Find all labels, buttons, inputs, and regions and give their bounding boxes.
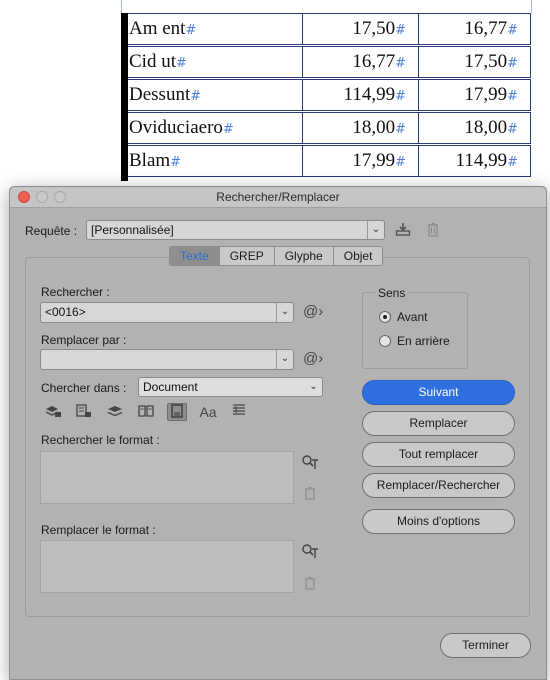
find-label: Rechercher : (41, 285, 110, 299)
tab-objet[interactable]: Objet (333, 246, 384, 266)
search-in-value: Document (143, 380, 198, 394)
search-in-select[interactable]: Document ⌄ (138, 377, 323, 397)
include-master-pages-icon[interactable] (136, 403, 156, 421)
direction-title: Sens (376, 286, 408, 300)
paragraph-mark: # (190, 89, 202, 104)
tab-texte[interactable]: Texte (169, 246, 220, 266)
next-button[interactable]: Suivant (362, 380, 515, 405)
find-format-label: Rechercher le format : (41, 433, 160, 447)
table-cell: 18,00# (418, 112, 531, 144)
fewer-options-button[interactable]: Moins d'options (362, 509, 515, 534)
table-row: Blam# 17,99# 114,99# (121, 145, 531, 177)
direction-backward-label[interactable]: En arrière (397, 334, 450, 348)
paragraph-mark: # (222, 122, 234, 137)
table-row: Am ent# 17,50# 16,77# (121, 13, 531, 45)
paragraph-mark: # (395, 89, 406, 104)
dialog-titlebar[interactable]: Rechercher/Remplacer (10, 187, 546, 208)
query-label: Requête : (25, 224, 78, 238)
replace-format-box[interactable] (40, 540, 294, 593)
table-cell: 17,50# (302, 13, 419, 45)
find-input-value: <0016> (45, 305, 86, 319)
paragraph-mark: # (175, 56, 187, 71)
paragraph-mark: # (507, 155, 518, 170)
paragraph-mark: # (395, 23, 406, 38)
case-sensitive-icon[interactable]: Aa (198, 403, 218, 421)
paragraph-mark: # (507, 56, 518, 71)
direction-group (362, 292, 468, 369)
table-cell: Oviduciaero# (121, 112, 303, 144)
table-cell: 17,50# (418, 46, 531, 78)
special-characters-find-icon[interactable]: @› (303, 303, 323, 320)
specify-find-format-icon[interactable] (300, 454, 320, 474)
search-in-label: Chercher dans : (41, 381, 127, 395)
paragraph-mark: # (170, 155, 182, 170)
table-cell: 17,99# (418, 79, 531, 111)
search-mode-tabs: Texte GREP Glyphe Objet (169, 246, 384, 266)
table-cell: Cid ut# (121, 46, 303, 78)
done-button[interactable]: Terminer (440, 633, 531, 658)
specify-replace-format-icon[interactable] (300, 543, 320, 563)
dialog-title: Rechercher/Remplacer (216, 190, 340, 204)
table-cell: Dessunt# (121, 79, 303, 111)
close-window-button[interactable] (18, 191, 30, 203)
save-query-icon[interactable] (394, 222, 412, 240)
minimize-window-button[interactable] (36, 191, 48, 203)
table-cell: 16,77# (418, 13, 531, 45)
table-cell: Am ent# (121, 13, 303, 45)
chevron-down-icon: ⌄ (276, 303, 293, 322)
clear-replace-format-icon[interactable] (302, 576, 318, 594)
tab-glyphe[interactable]: Glyphe (274, 246, 334, 266)
table-cell: 17,99# (302, 145, 419, 177)
maximize-window-button[interactable] (54, 191, 66, 203)
find-input[interactable]: <0016> ⌄ (40, 302, 294, 323)
direction-forward-label[interactable]: Avant (397, 310, 427, 324)
query-select[interactable]: [Personnalisée] ⌄ (86, 220, 385, 240)
table-cell: 18,00# (302, 112, 419, 144)
chevron-down-icon: ⌄ (276, 350, 293, 369)
query-select-value: [Personnalisée] (91, 223, 174, 237)
whole-word-icon[interactable] (229, 403, 249, 421)
table-row: Cid ut# 16,77# 17,50# (121, 46, 531, 78)
replace-format-label: Remplacer le format : (41, 523, 156, 537)
paragraph-mark: # (507, 89, 518, 104)
frame-guide (121, 0, 122, 13)
replace-label: Remplacer par : (41, 333, 127, 347)
paragraph-mark: # (395, 155, 406, 170)
special-characters-replace-icon[interactable]: @› (303, 350, 323, 367)
paragraph-mark: # (185, 23, 197, 38)
delete-query-icon[interactable] (425, 222, 441, 241)
paragraph-mark: # (507, 23, 518, 38)
paragraph-mark: # (395, 56, 406, 71)
find-format-box[interactable] (40, 451, 294, 504)
direction-backward-radio[interactable] (379, 335, 391, 347)
table-cell: 114,99# (418, 145, 531, 177)
replace-find-button[interactable]: Remplacer/Rechercher (362, 473, 515, 498)
chevron-down-icon: ⌄ (309, 381, 318, 392)
replace-all-button[interactable]: Tout remplacer (362, 442, 515, 467)
table-cell: 114,99# (302, 79, 419, 111)
include-footnotes-icon[interactable] (167, 403, 187, 421)
paragraph-mark: # (395, 122, 406, 137)
include-locked-stories-icon[interactable] (74, 403, 94, 421)
frame-guide (531, 0, 532, 13)
table-cell: Blam# (121, 145, 303, 177)
chevron-down-icon: ⌄ (367, 221, 384, 239)
paragraph-mark: # (507, 122, 518, 137)
replace-button[interactable]: Remplacer (362, 411, 515, 436)
table-row: Dessunt# 114,99# 17,99# (121, 79, 531, 111)
table-cell: 16,77# (302, 46, 419, 78)
tab-grep[interactable]: GREP (219, 246, 275, 266)
table-row: Oviduciaero# 18,00# 18,00# (121, 112, 531, 144)
replace-input[interactable]: ⌄ (40, 349, 294, 370)
find-replace-dialog: Rechercher/Remplacer Requête : [Personna… (9, 186, 547, 680)
include-hidden-layers-icon[interactable] (105, 403, 125, 421)
clear-find-format-icon[interactable] (302, 486, 318, 504)
text-selection-highlight (121, 13, 128, 181)
direction-forward-radio[interactable] (379, 311, 391, 323)
include-locked-layers-icon[interactable] (43, 403, 63, 421)
